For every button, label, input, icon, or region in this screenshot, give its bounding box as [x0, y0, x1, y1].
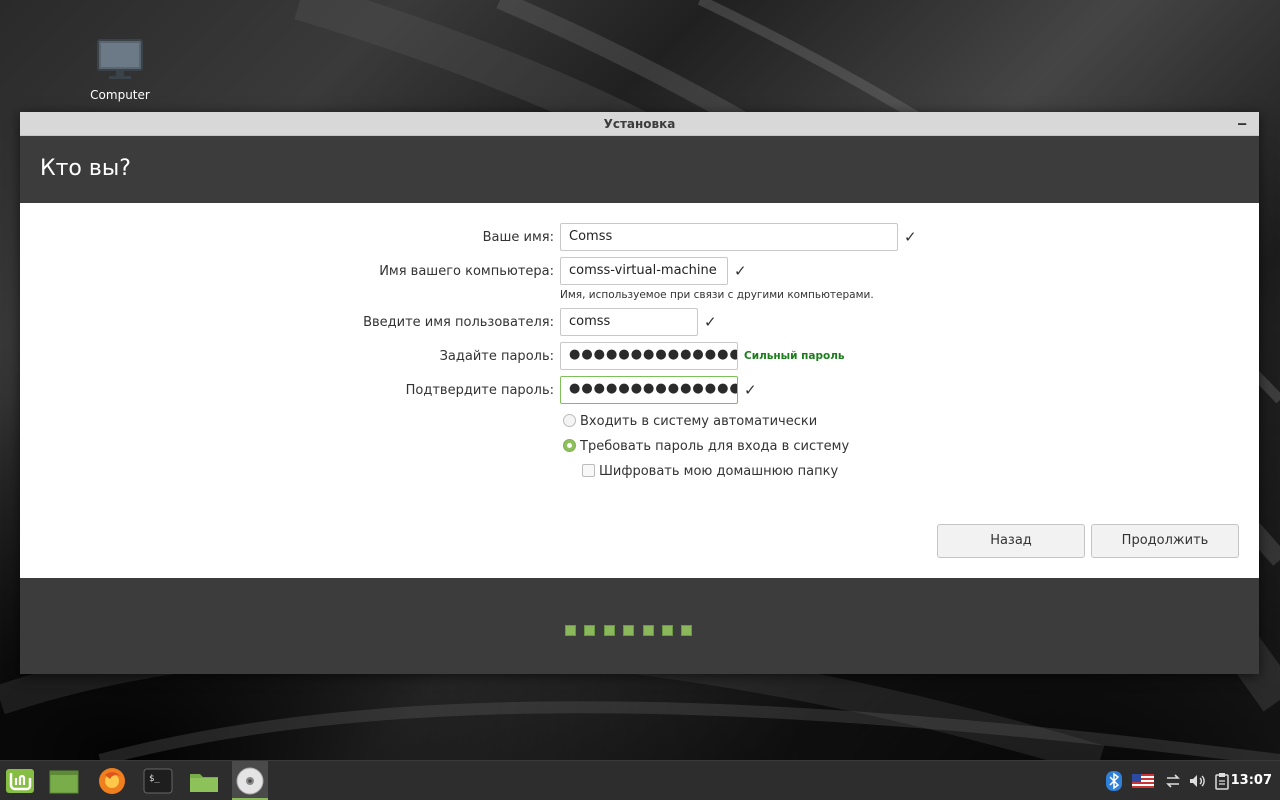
password-strength-label: Сильный пароль [744, 350, 845, 362]
show-desktop-icon[interactable] [48, 765, 80, 797]
bluetooth-icon[interactable] [1106, 761, 1122, 800]
password-label: Задайте пароль: [439, 349, 554, 364]
progress-dot [681, 625, 693, 636]
mint-menu-icon[interactable] [4, 765, 36, 797]
auto-login-radio[interactable]: Входить в систему автоматически [563, 414, 817, 429]
checkbox-icon [582, 464, 595, 477]
require-password-label: Требовать пароль для входа в систему [580, 439, 850, 454]
computer-row: Имя вашего компьютера: comss-virtual-mac… [20, 257, 1259, 287]
network-icon[interactable] [1164, 761, 1182, 800]
clock[interactable]: 13:07 [1231, 761, 1272, 800]
desktop-icon-label: Computer [90, 88, 150, 102]
computer-valid-check-icon: ✓ [734, 262, 747, 280]
radio-off-icon [563, 414, 576, 427]
taskbar: $_ 13:07 [0, 760, 1280, 800]
clipboard-icon[interactable] [1214, 761, 1230, 800]
progress-dot [642, 625, 654, 636]
name-valid-check-icon: ✓ [904, 228, 917, 246]
firefox-icon[interactable] [96, 765, 128, 797]
desktop-icon-computer[interactable]: Computer [82, 38, 158, 102]
terminal-icon[interactable]: $_ [142, 765, 174, 797]
password-input[interactable]: ●●●●●●●●●●●●●● [560, 342, 738, 370]
username-input[interactable]: comss [560, 308, 698, 336]
window-title: Установка [603, 117, 676, 131]
installer-disc-icon[interactable] [232, 761, 268, 800]
files-icon[interactable] [188, 765, 220, 797]
progress-dot [565, 625, 576, 636]
password-row: Задайте пароль: ●●●●●●●●●●●●●● [20, 342, 1259, 372]
auto-login-label: Входить в систему автоматически [580, 414, 818, 429]
name-label: Ваше имя: [482, 230, 554, 245]
username-valid-check-icon: ✓ [704, 313, 717, 331]
encrypt-home-label: Шифровать мою домашнюю папку [599, 464, 839, 479]
monitor-icon [96, 38, 144, 82]
continue-button[interactable]: Продолжить [1091, 524, 1239, 558]
volume-icon[interactable] [1188, 761, 1206, 800]
page-header: Кто вы? [20, 136, 1259, 203]
require-password-radio[interactable]: Требовать пароль для входа в систему [563, 439, 849, 454]
installer-window: Установка ‒ Кто вы? Ваше имя: Comss ✓ Им… [20, 112, 1259, 674]
window-titlebar[interactable]: Установка ‒ [20, 112, 1259, 136]
confirm-label: Подтвердите пароль: [405, 383, 554, 398]
username-row: Введите имя пользователя: comss ✓ [20, 308, 1259, 338]
form-content: Ваше имя: Comss ✓ Имя вашего компьютера:… [20, 203, 1259, 577]
progress-dot [661, 625, 673, 636]
confirm-row: Подтвердите пароль: ●●●●●●●●●●●●●● ✓ [20, 376, 1259, 406]
back-button[interactable]: Назад [937, 524, 1085, 558]
name-input[interactable]: Comss [560, 223, 898, 251]
encrypt-home-checkbox[interactable]: Шифровать мою домашнюю папку [582, 464, 838, 479]
us-flag-icon[interactable] [1132, 761, 1154, 800]
computer-name-input[interactable]: comss-virtual-machine [560, 257, 728, 285]
progress-dot [623, 625, 635, 636]
computer-label: Имя вашего компьютера: [379, 264, 554, 279]
svg-text:$_: $_ [149, 774, 160, 784]
radio-on-icon [563, 439, 576, 452]
confirm-valid-check-icon: ✓ [744, 381, 757, 399]
minimize-button[interactable]: ‒ [1237, 112, 1247, 136]
computer-name-hint: Имя, используемое при связи с другими ко… [560, 289, 874, 301]
progress-dot [584, 625, 596, 636]
progress-dots [565, 621, 701, 640]
page-title: Кто вы? [40, 156, 131, 181]
confirm-password-input[interactable]: ●●●●●●●●●●●●●● [560, 376, 738, 404]
username-label: Введите имя пользователя: [363, 315, 554, 330]
progress-dot [603, 625, 615, 636]
progress-footer [20, 578, 1259, 674]
name-row: Ваше имя: Comss ✓ [20, 223, 1259, 253]
